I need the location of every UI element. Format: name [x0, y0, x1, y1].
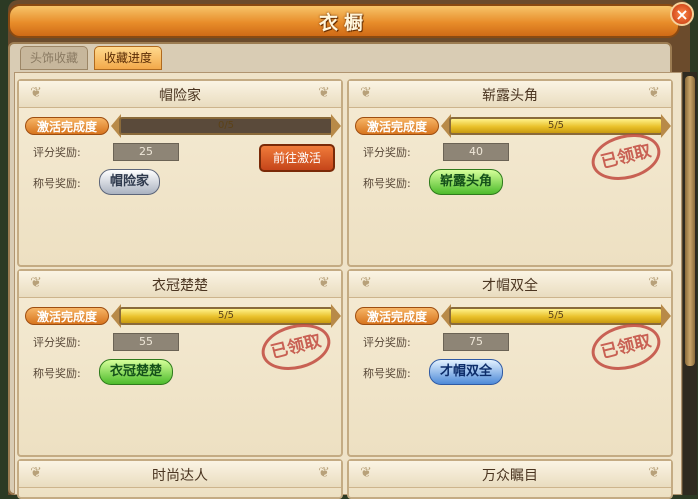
activation-progress-bar: 0/5: [119, 117, 333, 135]
card-title: 万众瞩目: [482, 468, 538, 484]
swirl-ornament-icon: ❦: [648, 465, 660, 481]
card-header: ❦ 万众瞩目 ❦: [349, 461, 671, 488]
collection-card-1: ❦ 崭露头角 ❦ 激活完成度 5/5 评分奖励: 40 已领取 称号奖励: 崭露…: [347, 79, 673, 267]
title-reward-label: 称号奖励:: [33, 367, 81, 380]
bar-right-cap-icon: [331, 304, 341, 328]
bar-right-cap-icon: [661, 304, 671, 328]
collection-grid: ❦ 帽险家 ❦ 激活完成度 0/5 评分奖励: 25 前往激活 称号奖励: 帽险…: [14, 72, 682, 499]
card-header: ❦ 时尚达人 ❦: [19, 461, 341, 488]
title-bar[interactable]: 衣橱: [8, 4, 680, 38]
activation-label: 激活完成度: [355, 117, 439, 135]
claimed-stamp: 已领取: [256, 317, 336, 377]
title-reward-label: 称号奖励:: [33, 177, 81, 190]
collection-card-3: ❦ 才帽双全 ❦ 激活完成度 5/5 评分奖励: 75 已领取 称号奖励: 才帽…: [347, 269, 673, 457]
title-badge: 衣冠楚楚: [99, 359, 174, 385]
collection-card-0: ❦ 帽险家 ❦ 激活完成度 0/5 评分奖励: 25 前往激活 称号奖励: 帽险…: [17, 79, 343, 267]
window-title: 衣橱: [318, 12, 369, 34]
score-reward-label: 评分奖励:: [33, 146, 81, 159]
progress-text: 0/5: [217, 120, 235, 131]
progress-text: 5/5: [547, 310, 565, 321]
score-value: 40: [443, 143, 509, 161]
tab-headwear-collection[interactable]: 头饰收藏: [20, 46, 89, 70]
collection-card-5: ❦ 万众瞩目 ❦: [347, 459, 673, 499]
card-title: 时尚达人: [152, 468, 208, 484]
card-header: ❦ 衣冠楚楚 ❦: [19, 271, 341, 298]
collection-card-4: ❦ 时尚达人 ❦: [17, 459, 343, 499]
card-header: ❦ 崭露头角 ❦: [349, 81, 671, 108]
swirl-ornament-icon: ❦: [318, 465, 330, 481]
activation-progress-bar: 5/5: [449, 117, 663, 135]
score-value: 75: [443, 333, 509, 351]
go-activate-button[interactable]: 前往激活: [259, 144, 335, 172]
collection-card-2: ❦ 衣冠楚楚 ❦ 激活完成度 5/5 评分奖励: 55 已领取 称号奖励: 衣冠…: [17, 269, 343, 457]
activation-label: 激活完成度: [355, 307, 439, 325]
title-badge: 崭露头角: [429, 169, 504, 195]
score-reward-label: 评分奖励:: [363, 336, 411, 349]
score-reward-label: 评分奖励:: [33, 336, 81, 349]
claimed-stamp: 已领取: [586, 317, 666, 377]
card-title: 衣冠楚楚: [152, 278, 208, 294]
close-button[interactable]: ×: [670, 2, 694, 26]
claimed-stamp: 已领取: [586, 127, 666, 187]
card-title: 才帽双全: [482, 278, 538, 294]
card-title: 崭露头角: [482, 88, 538, 104]
card-header: ❦ 才帽双全 ❦: [349, 271, 671, 298]
progress-text: 5/5: [547, 120, 565, 131]
activation-progress-bar: 5/5: [119, 307, 333, 325]
score-reward-label: 评分奖励:: [363, 146, 411, 159]
title-badge: 才帽双全: [429, 359, 504, 385]
activation-label: 激活完成度: [25, 307, 109, 325]
vertical-scrollbar[interactable]: [682, 72, 697, 495]
swirl-ornament-icon: ❦: [318, 85, 330, 101]
activation-label: 激活完成度: [25, 117, 109, 135]
swirl-ornament-icon: ❦: [648, 275, 660, 291]
bar-right-cap-icon: [331, 114, 341, 138]
score-value: 25: [113, 143, 179, 161]
card-header: ❦ 帽险家 ❦: [19, 81, 341, 108]
scrollbar-thumb[interactable]: [685, 76, 695, 366]
bar-right-cap-icon: [661, 114, 671, 138]
card-title: 帽险家: [159, 88, 201, 104]
title-reward-label: 称号奖励:: [363, 367, 411, 380]
progress-text: 5/5: [217, 310, 235, 321]
score-value: 55: [113, 333, 179, 351]
title-reward-label: 称号奖励:: [363, 177, 411, 190]
tab-collection-progress[interactable]: 收藏进度: [94, 46, 163, 70]
title-badge: 帽险家: [99, 169, 161, 195]
swirl-ornament-icon: ❦: [318, 275, 330, 291]
activation-progress-bar: 5/5: [449, 307, 663, 325]
swirl-ornament-icon: ❦: [648, 85, 660, 101]
